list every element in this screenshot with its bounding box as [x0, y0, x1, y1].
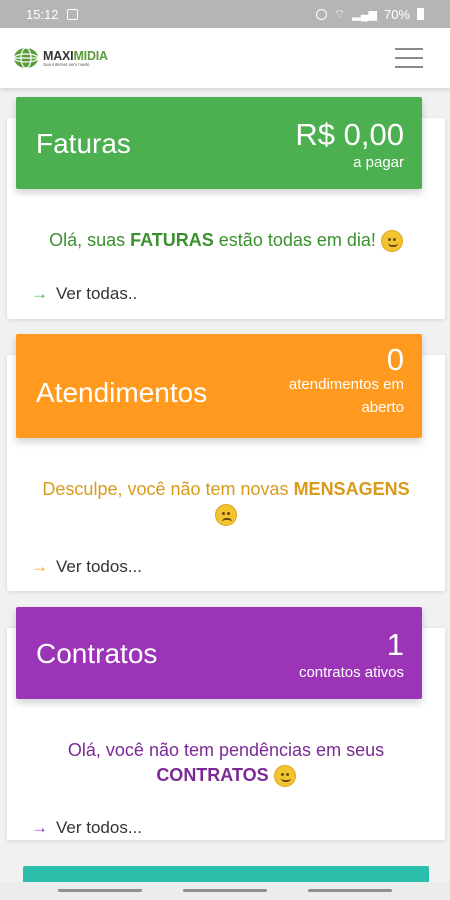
faturas-message: Olá, suas FATURAS estão todas em dia!: [7, 228, 445, 253]
atendimentos-see-all-label: Ver todos...: [56, 557, 142, 576]
maximidia-logo[interactable]: MAXIMIDIA Sua internet sem medo: [12, 46, 108, 70]
atendimentos-title: Atendimentos: [36, 377, 208, 408]
atendimentos-header[interactable]: Atendimentos 0 atendimentos em aberto: [16, 334, 422, 438]
alarm-icon: [315, 8, 327, 20]
system-navigation-bar: [0, 882, 450, 900]
atendimentos-see-all-link[interactable]: → Ver todos...: [31, 557, 142, 577]
faturas-header[interactable]: Faturas R$ 0,00 a pagar: [16, 97, 422, 189]
atendimentos-message-prefix: Desculpe, você não tem novas: [42, 479, 294, 499]
faturas-see-all-label: Ver todas..: [56, 284, 138, 303]
contratos-message-line1: Olá, você não tem pendências em seus: [67, 740, 385, 760]
wifi-icon: ⌔: [333, 6, 346, 21]
faturas-amount: R$ 0,00: [295, 117, 404, 152]
arrow-right-icon: →: [31, 818, 48, 837]
globe-logo-icon: [13, 47, 39, 69]
contratos-see-all-label: Ver todos...: [56, 818, 142, 837]
contratos-message: Olá, você não tem pendências em seus CON…: [7, 738, 445, 788]
faturas-message-prefix: Olá, suas: [49, 230, 131, 250]
contratos-header[interactable]: Contratos 1 contratos ativos: [16, 607, 422, 699]
logo-text-main: MAXI: [43, 49, 74, 63]
battery-icon: [417, 8, 424, 20]
status-bar: 15:12 ⌔ ▂▄▆ 70%: [0, 0, 450, 28]
contratos-count-label: contratos ativos: [298, 664, 404, 681]
signal-icon: ▂▄▆: [352, 8, 377, 21]
arrow-right-icon: →: [31, 557, 48, 576]
app-bar: MAXIMIDIA Sua internet sem medo: [0, 28, 450, 88]
atendimentos-count-label: atendimentos em aberto: [289, 374, 404, 419]
nav-home-button[interactable]: [183, 889, 267, 892]
wink-emoji-icon: [380, 230, 403, 253]
logo-text-accent: MIDIA: [73, 49, 108, 63]
arrow-right-icon: →: [31, 284, 48, 303]
battery-text: 70%: [383, 6, 410, 22]
faturas-see-all-link[interactable]: → Ver todas..: [31, 284, 137, 304]
nav-recents-button[interactable]: [58, 889, 142, 892]
faturas-title: Faturas: [36, 128, 131, 159]
status-time: 15:12: [26, 6, 59, 22]
nav-back-button[interactable]: [308, 889, 392, 892]
atendimentos-count-label-line1: atendimentos em: [288, 376, 404, 393]
contratos-message-bold: CONTRATOS: [156, 765, 269, 786]
atendimentos-count: 0: [386, 342, 404, 377]
atendimentos-count-label-line2: aberto: [361, 398, 404, 416]
contratos-count: 1: [386, 627, 404, 662]
contratos-see-all-link[interactable]: → Ver todos...: [31, 818, 142, 838]
smile-emoji-icon: [273, 765, 296, 788]
gallery-notification-icon: [66, 8, 78, 20]
faturas-amount-label: a pagar: [353, 154, 404, 171]
sad-emoji-icon: [215, 504, 237, 527]
atendimentos-message-bold: MENSAGENS: [293, 479, 410, 499]
atendimentos-message: Desculpe, você não tem novas MENSAGENS: [7, 477, 445, 527]
faturas-message-suffix: estão todas em dia!: [213, 230, 381, 250]
contratos-title: Contratos: [36, 638, 158, 669]
faturas-message-bold: FATURAS: [130, 230, 214, 250]
hamburger-menu-icon[interactable]: [395, 48, 423, 68]
